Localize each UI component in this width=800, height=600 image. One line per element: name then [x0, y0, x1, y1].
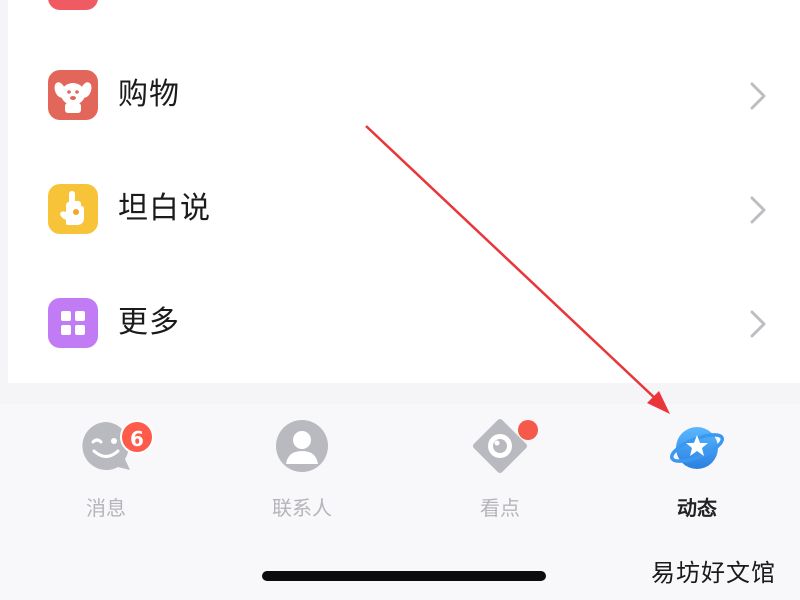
grid-icon — [48, 298, 98, 348]
tab-label: 动态 — [677, 496, 717, 520]
menu-item-more[interactable]: 更多 — [8, 276, 800, 383]
menu-item-shopping[interactable]: 购物 — [8, 48, 800, 158]
shopping-dog-icon — [48, 70, 98, 120]
menu-item-label: 更多 — [118, 305, 180, 340]
menu-list: 购物 坦白说 更多 — [8, 0, 800, 383]
menu-item-confession[interactable]: 坦白说 — [8, 162, 800, 272]
partial-menu-label — [118, 0, 248, 4]
new-content-dot — [518, 420, 538, 440]
tab-label: 消息 — [86, 496, 126, 520]
partial-menu-icon — [48, 0, 98, 10]
tab-label: 联系人 — [272, 496, 332, 520]
watermark: 易坊好文馆 — [651, 559, 776, 587]
tab-contacts[interactable]: 联系人 — [241, 418, 361, 520]
raised-hand-icon — [48, 184, 98, 234]
chevron-right-icon — [750, 310, 766, 338]
contact-person-icon — [276, 420, 328, 472]
tab-kandian[interactable]: 看点 — [439, 418, 559, 520]
unread-count-badge: 6 — [120, 420, 154, 454]
menu-item-label: 购物 — [118, 77, 180, 112]
home-indicator[interactable] — [262, 571, 546, 581]
chevron-right-icon — [750, 196, 766, 224]
chevron-right-icon — [750, 82, 766, 110]
tab-label: 看点 — [480, 496, 520, 520]
tab-dynamics[interactable]: 动态 — [636, 418, 756, 520]
planet-star-icon — [669, 427, 725, 469]
menu-item-label: 坦白说 — [118, 191, 211, 226]
